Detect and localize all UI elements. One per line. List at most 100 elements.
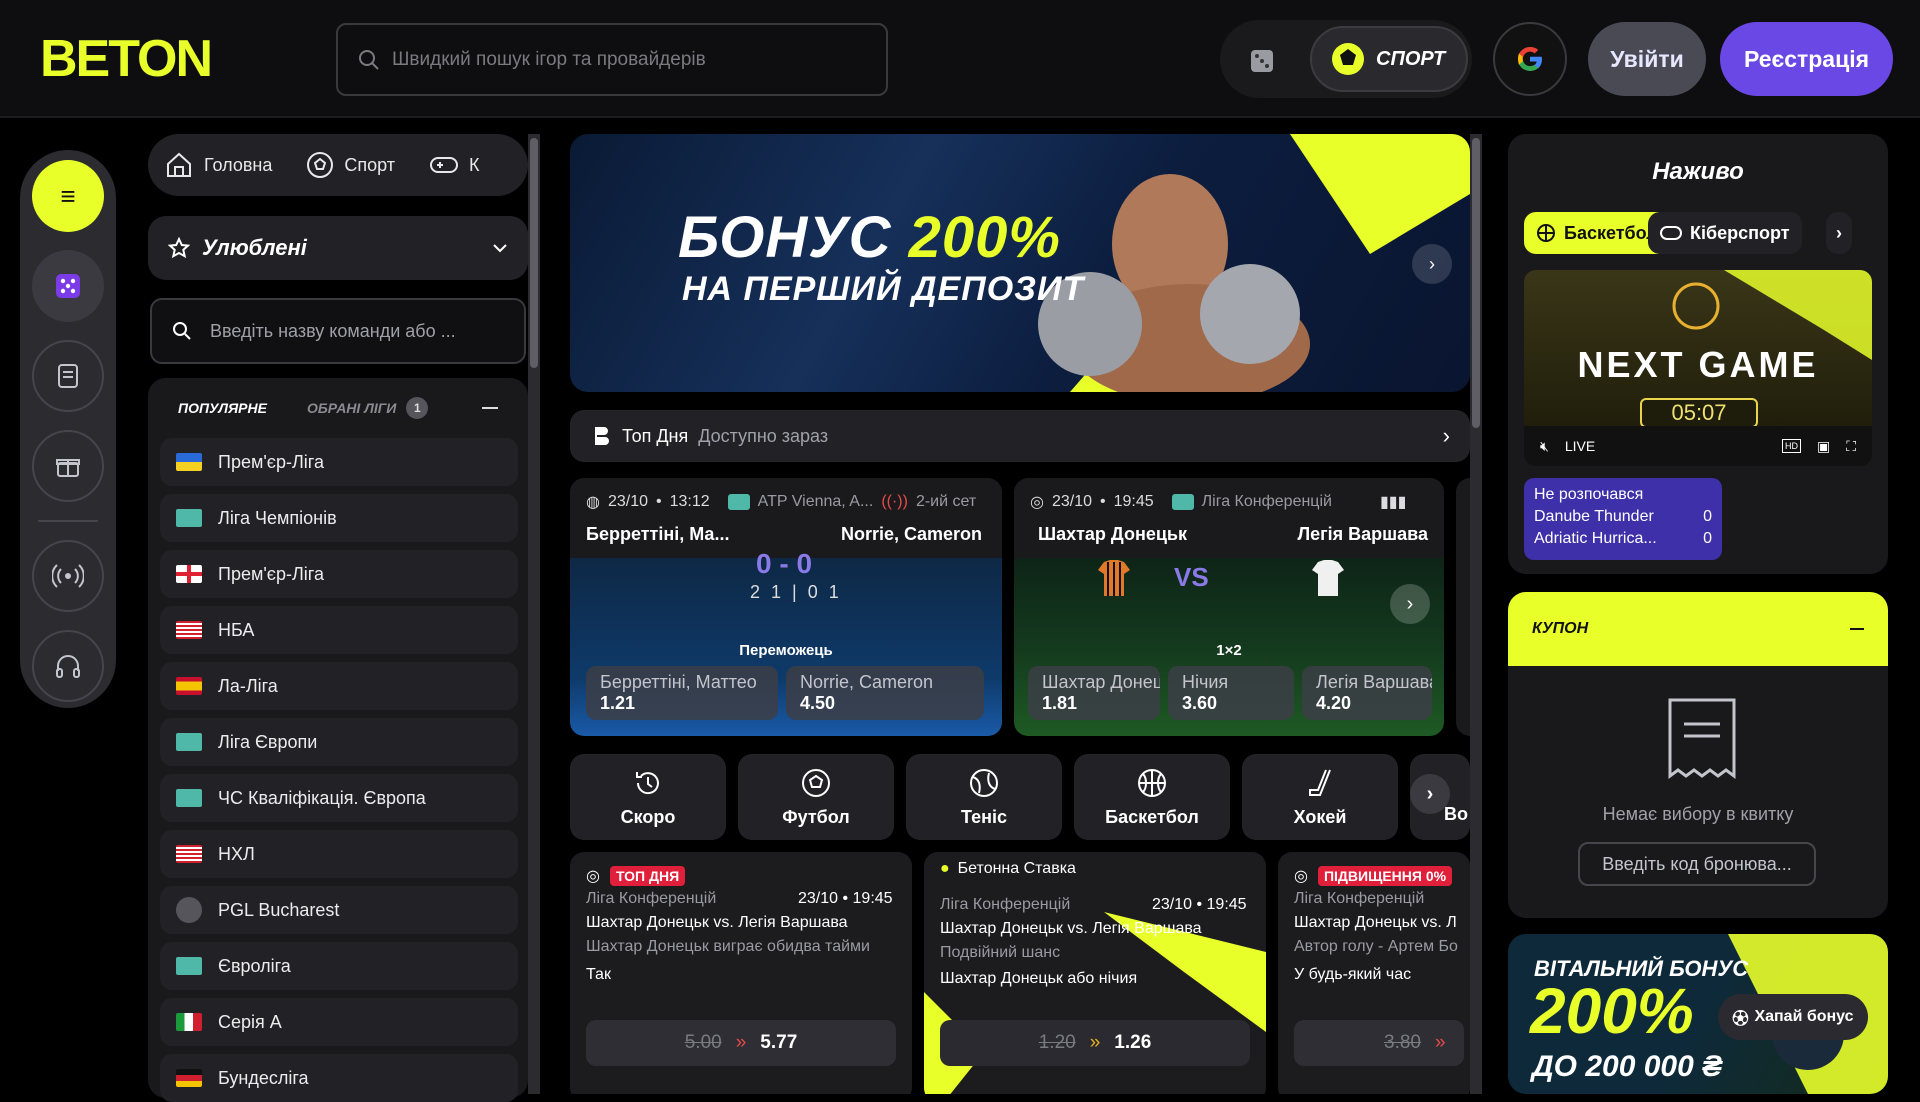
grab-bonus-button[interactable]: ⚽︎ Хапай бонус bbox=[1718, 994, 1868, 1040]
odd-button[interactable]: Берреттіні, Маттео 1.21 bbox=[586, 666, 778, 720]
left-scrollbar[interactable] bbox=[528, 134, 540, 1094]
soccer-ball-icon: ⚽︎ bbox=[1732, 1011, 1749, 1028]
support-rail-button[interactable] bbox=[32, 630, 104, 702]
league-item[interactable]: Ліга Чемпіонів bbox=[160, 494, 518, 542]
login-button[interactable]: Увійти bbox=[1588, 22, 1706, 96]
category-basketball[interactable]: Баскетбол bbox=[1074, 754, 1230, 840]
league-label: Бундесліга bbox=[218, 1067, 309, 1088]
odd-label: Шахтар Донецьк bbox=[1042, 672, 1160, 692]
banner-next-button[interactable]: › bbox=[1412, 244, 1452, 284]
sport-mode-button[interactable]: СПОРТ bbox=[1310, 26, 1468, 92]
scroll-thumb[interactable] bbox=[1472, 138, 1480, 428]
google-login-button[interactable] bbox=[1493, 22, 1567, 96]
live-rail-button[interactable] bbox=[32, 540, 104, 612]
nav-item-label: Спорт bbox=[344, 154, 396, 175]
hd-icon[interactable]: HD bbox=[1781, 439, 1801, 453]
beton-b-icon bbox=[595, 427, 609, 445]
tab-chosen-leagues[interactable]: ОБРАНІ ЛІГИ 1 bbox=[306, 397, 429, 419]
live-video-player[interactable]: NEXT GAME 05:07 🔇︎ LIVE HD ▣ ⛶ bbox=[1524, 270, 1872, 466]
bet-odds-button[interactable]: 5.00 » 5.77 bbox=[586, 1020, 896, 1066]
category-tennis[interactable]: Теніс bbox=[906, 754, 1062, 840]
category-football[interactable]: Футбол bbox=[738, 754, 894, 840]
live-tab-esports[interactable]: Кіберспорт bbox=[1648, 212, 1802, 254]
game-search-input[interactable]: Швидкий пошук ігор та провайдерів bbox=[336, 23, 888, 96]
mute-icon[interactable]: 🔇︎ bbox=[1540, 438, 1549, 455]
category-label: Футбол bbox=[782, 806, 850, 827]
match-card-partial[interactable] bbox=[1456, 478, 1470, 736]
nav-strip: Головна Спорт К bbox=[148, 134, 528, 196]
favorites-dropdown[interactable]: Улюблені bbox=[148, 216, 528, 280]
bet-market: Подвійний шанс bbox=[940, 944, 1061, 961]
league-item[interactable]: Прем'єр-Ліга bbox=[160, 550, 518, 598]
coupon-header[interactable]: КУПОН bbox=[1508, 592, 1888, 666]
nav-item-home[interactable]: Головна bbox=[164, 151, 292, 179]
welcome-bonus-promo[interactable]: ВІТАЛЬНИЙ БОНУС 200% ДО 200 000 ₴ ⚽︎ Хапа… bbox=[1508, 934, 1888, 1094]
register-button[interactable]: Реєстрація bbox=[1720, 22, 1893, 96]
bet-odds-button[interactable]: 3.80 » bbox=[1294, 1020, 1464, 1066]
bet-slip-rail-button[interactable] bbox=[32, 340, 104, 412]
league-item[interactable]: НБА bbox=[160, 606, 518, 654]
categories-next-button[interactable]: › bbox=[1410, 774, 1450, 814]
gift-rail-button[interactable] bbox=[32, 430, 104, 502]
casino-mode-button[interactable] bbox=[1235, 30, 1293, 88]
menu-button[interactable]: ≡ bbox=[32, 160, 104, 232]
top-day-bar[interactable]: Топ Дня Доступно зараз › bbox=[570, 410, 1470, 462]
team-search-placeholder: Введіть назву команди або ... bbox=[210, 320, 456, 341]
tab-popular[interactable]: ПОПУЛЯРНЕ bbox=[178, 400, 267, 416]
league-item[interactable]: Євроліга bbox=[160, 942, 518, 990]
double-chevron-icon: » bbox=[1089, 1032, 1101, 1053]
bonus-banner[interactable]: БОНУС 200% НА ПЕРШИЙ ДЕПОЗИТ › bbox=[570, 134, 1470, 392]
team-name: Danube Thunder bbox=[1534, 508, 1654, 525]
league-item[interactable]: Бундесліга bbox=[160, 1054, 518, 1102]
team-search-input[interactable]: Введіть назву команди або ... bbox=[150, 298, 526, 364]
league-item[interactable]: ЧС Кваліфікація. Європа bbox=[160, 774, 518, 822]
fullscreen-icon[interactable]: ⛶ bbox=[1846, 438, 1856, 455]
tab-chosen-label: ОБРАНІ ЛІГИ bbox=[306, 400, 397, 416]
league-item[interactable]: Прем'єр-Ліга bbox=[160, 438, 518, 486]
league-item[interactable]: Ліга Європи bbox=[160, 718, 518, 766]
league-flag bbox=[1171, 494, 1194, 510]
league-item[interactable]: PGL Bucharest bbox=[160, 886, 518, 934]
odd-button[interactable]: Легія Варшава 4.20 bbox=[1302, 666, 1432, 720]
rail-divider bbox=[38, 520, 98, 522]
bet-card[interactable]: ◎ ТОП ДНЯ Ліга Конференцій 23/10 • 19:45 … bbox=[570, 852, 912, 1094]
collapse-icon[interactable] bbox=[482, 407, 498, 409]
bet-card[interactable]: ◎ ПІДВИЩЕННЯ 0% Ліга Конференцій Шахтар Д… bbox=[1278, 852, 1470, 1094]
new-odds: 1.26 bbox=[1114, 1032, 1152, 1053]
pip-icon[interactable]: ▣ bbox=[1817, 438, 1830, 455]
center-scrollbar[interactable] bbox=[1470, 134, 1482, 1094]
collapse-icon[interactable] bbox=[1850, 628, 1864, 630]
category-partial[interactable]: Во › bbox=[1410, 754, 1470, 840]
stats-icon[interactable]: ▮▮▮ bbox=[1380, 492, 1406, 512]
casino-rail-button[interactable] bbox=[32, 250, 104, 322]
category-hockey[interactable]: Хокей bbox=[1242, 754, 1398, 840]
bet-odds-button[interactable]: 1.20 » 1.26 bbox=[940, 1020, 1250, 1066]
odd-button[interactable]: Norrie, Cameron 4.50 bbox=[786, 666, 984, 720]
league-item[interactable]: Серія А bbox=[160, 998, 518, 1046]
category-label: Хокей bbox=[1293, 806, 1347, 827]
booking-code-input[interactable]: Введіть код бронюва... bbox=[1578, 842, 1816, 886]
odd-button[interactable]: Нічия 3.60 bbox=[1168, 666, 1294, 720]
vs-label: VS bbox=[1174, 562, 1209, 592]
category-soon[interactable]: Скоро bbox=[570, 754, 726, 840]
league-item[interactable]: Ла-Ліга bbox=[160, 662, 518, 710]
set-scores: 2 1 | 0 1 bbox=[750, 582, 842, 602]
double-chevron-icon: » bbox=[735, 1032, 747, 1053]
star-icon bbox=[168, 237, 190, 259]
nav-item-games[interactable]: К bbox=[429, 153, 500, 177]
live-game-card[interactable]: Не розпочався Danube Thunder 0 Adriatic H… bbox=[1524, 478, 1722, 560]
gift-icon bbox=[56, 459, 80, 477]
beton-logo[interactable]: BETON bbox=[40, 28, 300, 86]
live-tabs-next[interactable]: › bbox=[1826, 212, 1852, 254]
odd-value: 3.60 bbox=[1182, 693, 1218, 713]
europe-flag-icon bbox=[176, 789, 202, 807]
odd-button[interactable]: Шахтар Донецьк1.81 bbox=[1028, 666, 1160, 720]
scroll-thumb[interactable] bbox=[530, 138, 538, 368]
nav-item-sport[interactable]: Спорт bbox=[306, 151, 415, 179]
category-label: Во bbox=[1444, 804, 1468, 824]
odd-label: Norrie, Cameron bbox=[800, 672, 934, 692]
league-item[interactable]: НХЛ bbox=[160, 830, 518, 878]
bet-league: Ліга Конференцій bbox=[1294, 890, 1425, 907]
bet-card[interactable]: ● Бетонна Ставка Ліга Конференцій 23/10 •… bbox=[924, 852, 1266, 1094]
match-next-button[interactable]: › bbox=[1390, 584, 1430, 624]
